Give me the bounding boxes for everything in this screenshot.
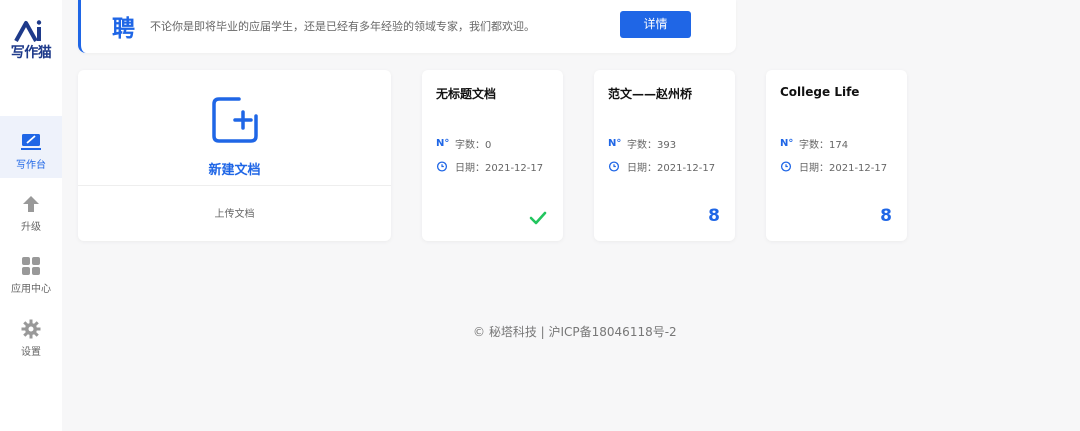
logo[interactable]: 写作猫 bbox=[0, 20, 62, 62]
footer-copyright: © 秘塔科技 | 沪ICP备18046118号-2 bbox=[473, 325, 677, 339]
banner-text: 不论你是即将毕业的应届学生，还是已经有多年经验的领域专家，我们都欢迎。 bbox=[150, 20, 535, 33]
sidebar-item-writing-desk[interactable]: 写作台 bbox=[0, 116, 62, 178]
word-count: N° 字数：393 bbox=[608, 136, 676, 151]
logo-text: 写作猫 bbox=[10, 45, 52, 61]
date-text: 日期：2021-12-17 bbox=[627, 163, 716, 174]
new-document-card: 新建文档 上传文档 bbox=[78, 70, 391, 241]
sidebar-item-label: 应用中心 bbox=[11, 284, 51, 295]
sidebar-item-app-center[interactable]: 应用中心 bbox=[0, 242, 62, 304]
word-count-text: 字数：0 bbox=[455, 140, 492, 151]
date-text: 日期：2021-12-17 bbox=[455, 163, 544, 174]
word-count: N° 字数：174 bbox=[780, 136, 848, 151]
edit-desk-icon bbox=[21, 134, 41, 150]
upgrade-arrow-icon bbox=[23, 196, 39, 212]
number-sign-icon: N° bbox=[436, 138, 450, 149]
document-card[interactable]: 范文——赵州桥 N° 字数：393 日期：2021-12-17 8 bbox=[594, 70, 735, 241]
word-count-text: 字数：174 bbox=[799, 140, 849, 151]
word-count: N° 字数：0 bbox=[436, 136, 491, 151]
new-document-button[interactable]: 新建文档 bbox=[78, 159, 391, 178]
sidebar-item-upgrade[interactable]: 升级 bbox=[0, 180, 62, 242]
details-button[interactable]: 详情 bbox=[620, 11, 691, 38]
document-date: 日期：2021-12-17 bbox=[780, 159, 887, 174]
check-icon bbox=[529, 211, 547, 225]
sidebar-item-label: 写作台 bbox=[16, 160, 46, 171]
app-grid-icon bbox=[22, 257, 40, 275]
word-count-text: 字数：393 bbox=[627, 140, 677, 151]
upload-document-button[interactable]: 上传文档 bbox=[78, 205, 391, 220]
logo-icon bbox=[14, 20, 42, 42]
date-text: 日期：2021-12-17 bbox=[799, 163, 888, 174]
recruitment-banner: 聘 不论你是即将毕业的应届学生，还是已经有多年经验的领域专家，我们都欢迎。 详情 bbox=[78, 0, 736, 53]
divider bbox=[78, 185, 391, 186]
document-card[interactable]: 无标题文档 N° 字数：0 日期：2021-12-17 bbox=[422, 70, 563, 241]
document-date: 日期：2021-12-17 bbox=[436, 159, 543, 174]
sidebar-item-settings[interactable]: 设置 bbox=[0, 305, 62, 367]
number-sign-icon: N° bbox=[780, 138, 794, 149]
clock-icon bbox=[436, 161, 448, 172]
sidebar: 写作猫 写作台 升级 应用中心 设置 bbox=[0, 0, 62, 431]
sidebar-item-label: 升级 bbox=[21, 222, 41, 233]
banner-recruit-char: 聘 bbox=[112, 15, 135, 42]
document-date: 日期：2021-12-17 bbox=[608, 159, 715, 174]
sidebar-item-label: 设置 bbox=[21, 347, 41, 358]
new-document-icon[interactable] bbox=[211, 96, 259, 144]
clock-icon bbox=[780, 161, 792, 172]
number-sign-icon: N° bbox=[608, 138, 622, 149]
gear-icon bbox=[21, 319, 41, 339]
document-title: 范文——赵州桥 bbox=[608, 87, 693, 101]
document-badge: 8 bbox=[708, 206, 720, 226]
document-title: 无标题文档 bbox=[436, 87, 497, 101]
clock-icon bbox=[608, 161, 620, 172]
document-title: College Life bbox=[780, 85, 860, 99]
document-card[interactable]: College Life N° 字数：174 日期：2021-12-17 8 bbox=[766, 70, 907, 241]
document-badge: 8 bbox=[880, 206, 892, 226]
